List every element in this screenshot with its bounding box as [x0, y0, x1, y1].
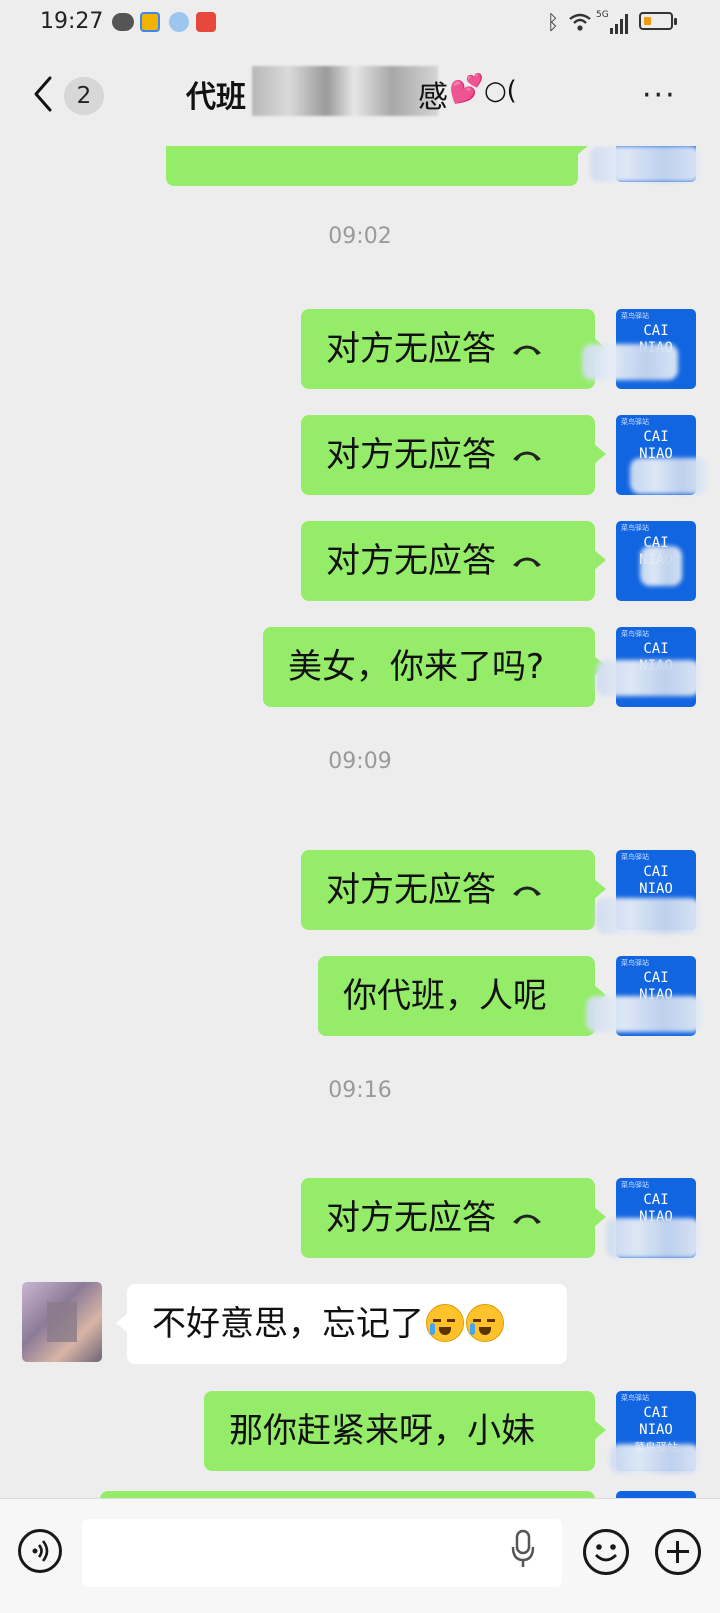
app-notification-icon [196, 12, 216, 32]
message-text: 对方无应答 [326, 435, 496, 475]
message-bubble-partial[interactable] [100, 1491, 595, 1498]
call-hangup-icon [513, 451, 541, 461]
timestamp: 09:09 [328, 749, 392, 774]
redaction-blur [582, 344, 678, 380]
hearts-emoji: 💕 [449, 72, 484, 105]
back-arrow-icon[interactable] [28, 74, 60, 114]
message-text: 你代班，人呢 [343, 976, 547, 1016]
unread-count-badge[interactable]: 2 [64, 77, 104, 115]
redaction-blur [610, 1444, 700, 1474]
avatar-brand-line1: CAI [643, 1405, 669, 1421]
microphone-icon[interactable] [510, 1529, 536, 1569]
chat-title: 代班 [186, 80, 246, 115]
message-bubble-sent[interactable]: 对方无应答 [301, 1178, 606, 1258]
bluetooth-icon: ᛒ [547, 10, 559, 34]
chat-title-suffix: ○( [484, 76, 517, 106]
redaction-blur [640, 546, 682, 586]
wifi-icon [569, 13, 591, 31]
qq-icon [169, 12, 189, 32]
weather-icon [140, 12, 160, 32]
message-input[interactable] [82, 1519, 562, 1587]
avatar-brand-line1: CAI [643, 1192, 669, 1208]
status-bar: 19:27 ᛒ 5G [0, 0, 720, 46]
avatar-brand-line2: NIAO [639, 881, 673, 897]
redaction-blur [606, 1218, 700, 1258]
avatar-brand-line1: CAI [643, 429, 669, 445]
title-redaction-mosaic [252, 66, 438, 116]
message-text: 对方无应答 [326, 1198, 496, 1238]
crying-laughing-emoji [466, 1303, 504, 1342]
message-text: 美女，你来了吗? [288, 647, 545, 687]
message-bubble-sent[interactable]: 对方无应答 [301, 850, 606, 930]
message-list[interactable]: 09:02 对方无应答 菜鸟驿站 CAINIAO 对方无应答 菜鸟驿站 CAIN… [0, 146, 720, 1498]
call-hangup-icon [513, 886, 541, 896]
call-hangup-icon [513, 1214, 541, 1224]
emoji-icon[interactable] [583, 1529, 629, 1575]
battery-level [644, 17, 651, 25]
avatar-brand-line2: NIAO [639, 1422, 673, 1438]
timestamp: 09:16 [328, 1078, 392, 1103]
crying-laughing-emoji [426, 1303, 464, 1342]
avatar-brand-line1: CAI [643, 970, 669, 986]
status-time: 19:27 [40, 9, 104, 34]
avatar-brand-line1: CAI [643, 864, 669, 880]
network-type-label: 5G [596, 10, 609, 20]
message-text: 那你赶紧来呀，小妹 [229, 1411, 535, 1451]
redaction-blur [596, 898, 700, 934]
add-more-icon[interactable] [655, 1529, 701, 1575]
chat-title-tail: 感 [418, 80, 448, 115]
redaction-blur [630, 458, 708, 494]
redaction-blur [586, 996, 702, 1032]
message-bubble-received[interactable]: 不好意思，忘记了 [116, 1284, 567, 1364]
signal-icon: 5G [596, 10, 630, 34]
message-text: 对方无应答 [326, 541, 496, 581]
call-hangup-icon [513, 345, 541, 355]
chat-header: 2 代班 感 💕 ○( ··· [0, 46, 720, 146]
contact-avatar[interactable] [22, 1282, 102, 1362]
message-text: 对方无应答 [326, 870, 496, 910]
message-bubble-sent[interactable]: 你代班，人呢 [318, 956, 606, 1036]
message-text: 对方无应答 [326, 329, 496, 369]
my-avatar[interactable] [616, 1491, 696, 1498]
avatar-brand-line1: CAI [643, 323, 669, 339]
call-hangup-icon [513, 557, 541, 567]
input-bar [0, 1498, 720, 1613]
message-bubble-sent[interactable]: 对方无应答 [301, 309, 606, 389]
more-options-icon[interactable]: ··· [642, 78, 677, 113]
message-bubble-sent[interactable]: 对方无应答 [301, 415, 606, 495]
avatar-mosaic [47, 1302, 77, 1342]
redaction-blur [590, 146, 700, 182]
message-bubble-sent[interactable]: 美女，你来了吗? [263, 627, 606, 707]
wechat-icon [112, 13, 134, 31]
message-bubble-sent[interactable]: 对方无应答 [301, 521, 606, 601]
battery-icon [639, 12, 677, 30]
timestamp: 09:02 [328, 224, 392, 249]
message-bubble-partial[interactable] [166, 146, 589, 186]
message-bubble-sent[interactable]: 那你赶紧来呀，小妹 [204, 1391, 606, 1471]
redaction-blur [596, 660, 700, 696]
avatar-brand-line1: CAI [643, 641, 669, 657]
message-text: 不好意思，忘记了 [152, 1304, 424, 1344]
voice-input-icon[interactable] [18, 1529, 62, 1573]
